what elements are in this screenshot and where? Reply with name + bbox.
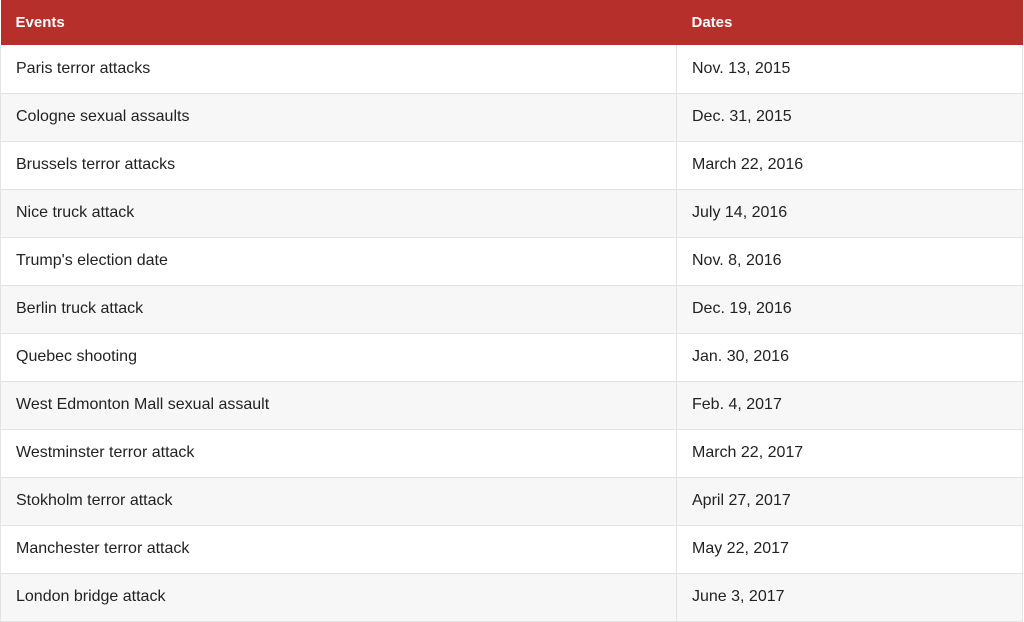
event-cell: Quebec shooting (0, 333, 677, 382)
event-cell: Nice truck attack (0, 189, 677, 238)
date-cell: March 22, 2017 (676, 429, 1023, 478)
date-cell: April 27, 2017 (676, 477, 1023, 526)
date-cell: Jan. 30, 2016 (676, 333, 1023, 382)
event-cell: Manchester terror attack (0, 525, 677, 574)
date-cell: March 22, 2016 (676, 141, 1023, 190)
table-row: Quebec shooting Jan. 30, 2016 (0, 333, 1023, 382)
table-body: Paris terror attacks Nov. 13, 2015 Colog… (0, 45, 1023, 622)
event-cell: West Edmonton Mall sexual assault (0, 381, 677, 430)
table-row: Nice truck attack July 14, 2016 (0, 189, 1023, 238)
table-row: Brussels terror attacks March 22, 2016 (0, 141, 1023, 190)
event-cell: Berlin truck attack (0, 285, 677, 334)
table-row: Manchester terror attack May 22, 2017 (0, 525, 1023, 574)
dates-column-header: Dates (676, 0, 1023, 45)
date-cell: Nov. 13, 2015 (676, 45, 1023, 94)
header-row: Events Dates (0, 0, 1023, 45)
date-cell: Dec. 31, 2015 (676, 93, 1023, 142)
table-row: West Edmonton Mall sexual assault Feb. 4… (0, 381, 1023, 430)
event-cell: Trump's election date (0, 237, 677, 286)
date-cell: Feb. 4, 2017 (676, 381, 1023, 430)
table-row: Paris terror attacks Nov. 13, 2015 (0, 45, 1023, 94)
event-cell: London bridge attack (0, 573, 677, 622)
events-column-header: Events (0, 0, 677, 45)
table-row: Trump's election date Nov. 8, 2016 (0, 237, 1023, 286)
table-row: Stokholm terror attack April 27, 2017 (0, 477, 1023, 526)
table-row: Westminster terror attack March 22, 2017 (0, 429, 1023, 478)
event-cell: Cologne sexual assaults (0, 93, 677, 142)
event-cell: Paris terror attacks (0, 45, 677, 94)
event-cell: Westminster terror attack (0, 429, 677, 478)
date-cell: July 14, 2016 (676, 189, 1023, 238)
date-cell: June 3, 2017 (676, 573, 1023, 622)
table-row: Berlin truck attack Dec. 19, 2016 (0, 285, 1023, 334)
date-cell: May 22, 2017 (676, 525, 1023, 574)
event-cell: Brussels terror attacks (0, 141, 677, 190)
event-cell: Stokholm terror attack (0, 477, 677, 526)
table-header: Events Dates (0, 0, 1023, 45)
date-cell: Dec. 19, 2016 (676, 285, 1023, 334)
table-row: Cologne sexual assaults Dec. 31, 2015 (0, 93, 1023, 142)
events-table: Events Dates Paris terror attacks Nov. 1… (0, 0, 1023, 622)
table-row: London bridge attack June 3, 2017 (0, 573, 1023, 622)
date-cell: Nov. 8, 2016 (676, 237, 1023, 286)
